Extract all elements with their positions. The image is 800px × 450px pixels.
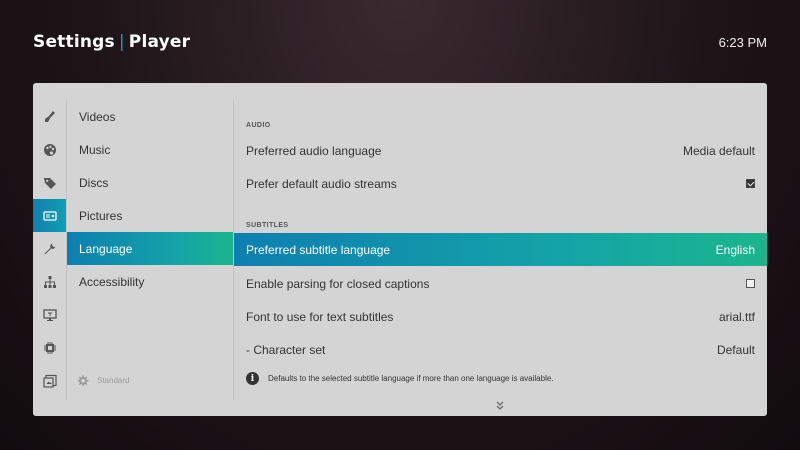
pc-icon[interactable]: [33, 298, 67, 331]
category-list: Videos Music Discs Pictures Language Acc…: [67, 100, 233, 400]
player-title: Player: [128, 32, 191, 52]
setting-preferred-subtitle-language[interactable]: Preferred subtitle language English: [234, 233, 767, 266]
setting-value: English: [715, 242, 755, 257]
category-label: Accessibility: [79, 274, 145, 289]
setting-label: Enable parsing for closed captions: [246, 276, 430, 291]
page-title: Settings | Player: [33, 32, 190, 52]
checkbox-checked[interactable]: [746, 179, 755, 188]
category-videos[interactable]: Videos: [67, 100, 233, 133]
setting-value: Media default: [682, 143, 755, 158]
setting-value: Default: [716, 342, 755, 357]
section-icon-bar: [33, 100, 67, 400]
gear-icon: [77, 375, 89, 387]
category-accessibility[interactable]: Accessibility: [67, 265, 233, 298]
description-text: Defaults to the selected subtitle langua…: [268, 374, 554, 383]
setting-subtitle-font[interactable]: Font to use for text subtitles arial.ttf: [234, 300, 767, 333]
title-separator: |: [118, 32, 125, 52]
category-label: Language: [79, 241, 133, 256]
setting-label: Preferred audio language: [246, 143, 382, 158]
category-pictures[interactable]: Pictures: [67, 199, 233, 232]
network-icon[interactable]: [33, 265, 67, 298]
category-music[interactable]: Music: [67, 133, 233, 166]
settings-title: Settings: [33, 32, 115, 52]
tag-icon[interactable]: [33, 166, 67, 199]
section-header-subtitles: SUBTITLES: [246, 222, 289, 229]
setting-enable-closed-captions[interactable]: Enable parsing for closed captions: [234, 267, 767, 300]
settings-level-button[interactable]: Standard: [76, 374, 129, 387]
checkbox-unchecked[interactable]: [746, 279, 755, 288]
category-label: Discs: [79, 175, 109, 190]
setting-character-set[interactable]: - Character set Default: [234, 333, 767, 366]
scroll-down-icon[interactable]: [494, 401, 506, 411]
setting-value: arial.ttf: [718, 309, 755, 324]
section-header-audio: AUDIO: [246, 122, 271, 129]
category-label: Music: [79, 142, 111, 157]
setting-label: - Character set: [246, 342, 326, 357]
setting-label: Prefer default audio streams: [246, 176, 397, 191]
info-icon: i: [246, 372, 259, 385]
setting-label: Font to use for text subtitles: [246, 309, 394, 324]
broom-icon[interactable]: [33, 100, 67, 133]
category-discs[interactable]: Discs: [67, 166, 233, 199]
category-language[interactable]: Language: [67, 232, 233, 265]
player-icon[interactable]: [33, 199, 67, 232]
category-label: Videos: [79, 109, 116, 124]
palette-icon[interactable]: [33, 133, 67, 166]
setting-preferred-audio-language[interactable]: Preferred audio language Media default: [234, 134, 767, 167]
settings-panel: Videos Music Discs Pictures Language Acc…: [33, 83, 767, 416]
settings-level-label: Standard: [97, 376, 130, 385]
chip-icon[interactable]: [33, 331, 67, 364]
wrench-icon[interactable]: [33, 232, 67, 265]
setting-description: i Defaults to the selected subtitle lang…: [246, 372, 554, 385]
clock: 6:23 PM: [718, 35, 767, 50]
category-label: Pictures: [79, 208, 123, 223]
setting-label: Preferred subtitle language: [246, 242, 391, 257]
setting-prefer-default-audio-streams[interactable]: Prefer default audio streams: [234, 167, 767, 200]
settings-list: AUDIO Preferred audio language Media def…: [234, 83, 767, 416]
top-bar: Settings | Player 6:23 PM: [0, 0, 800, 84]
addons-icon[interactable]: [33, 364, 67, 397]
